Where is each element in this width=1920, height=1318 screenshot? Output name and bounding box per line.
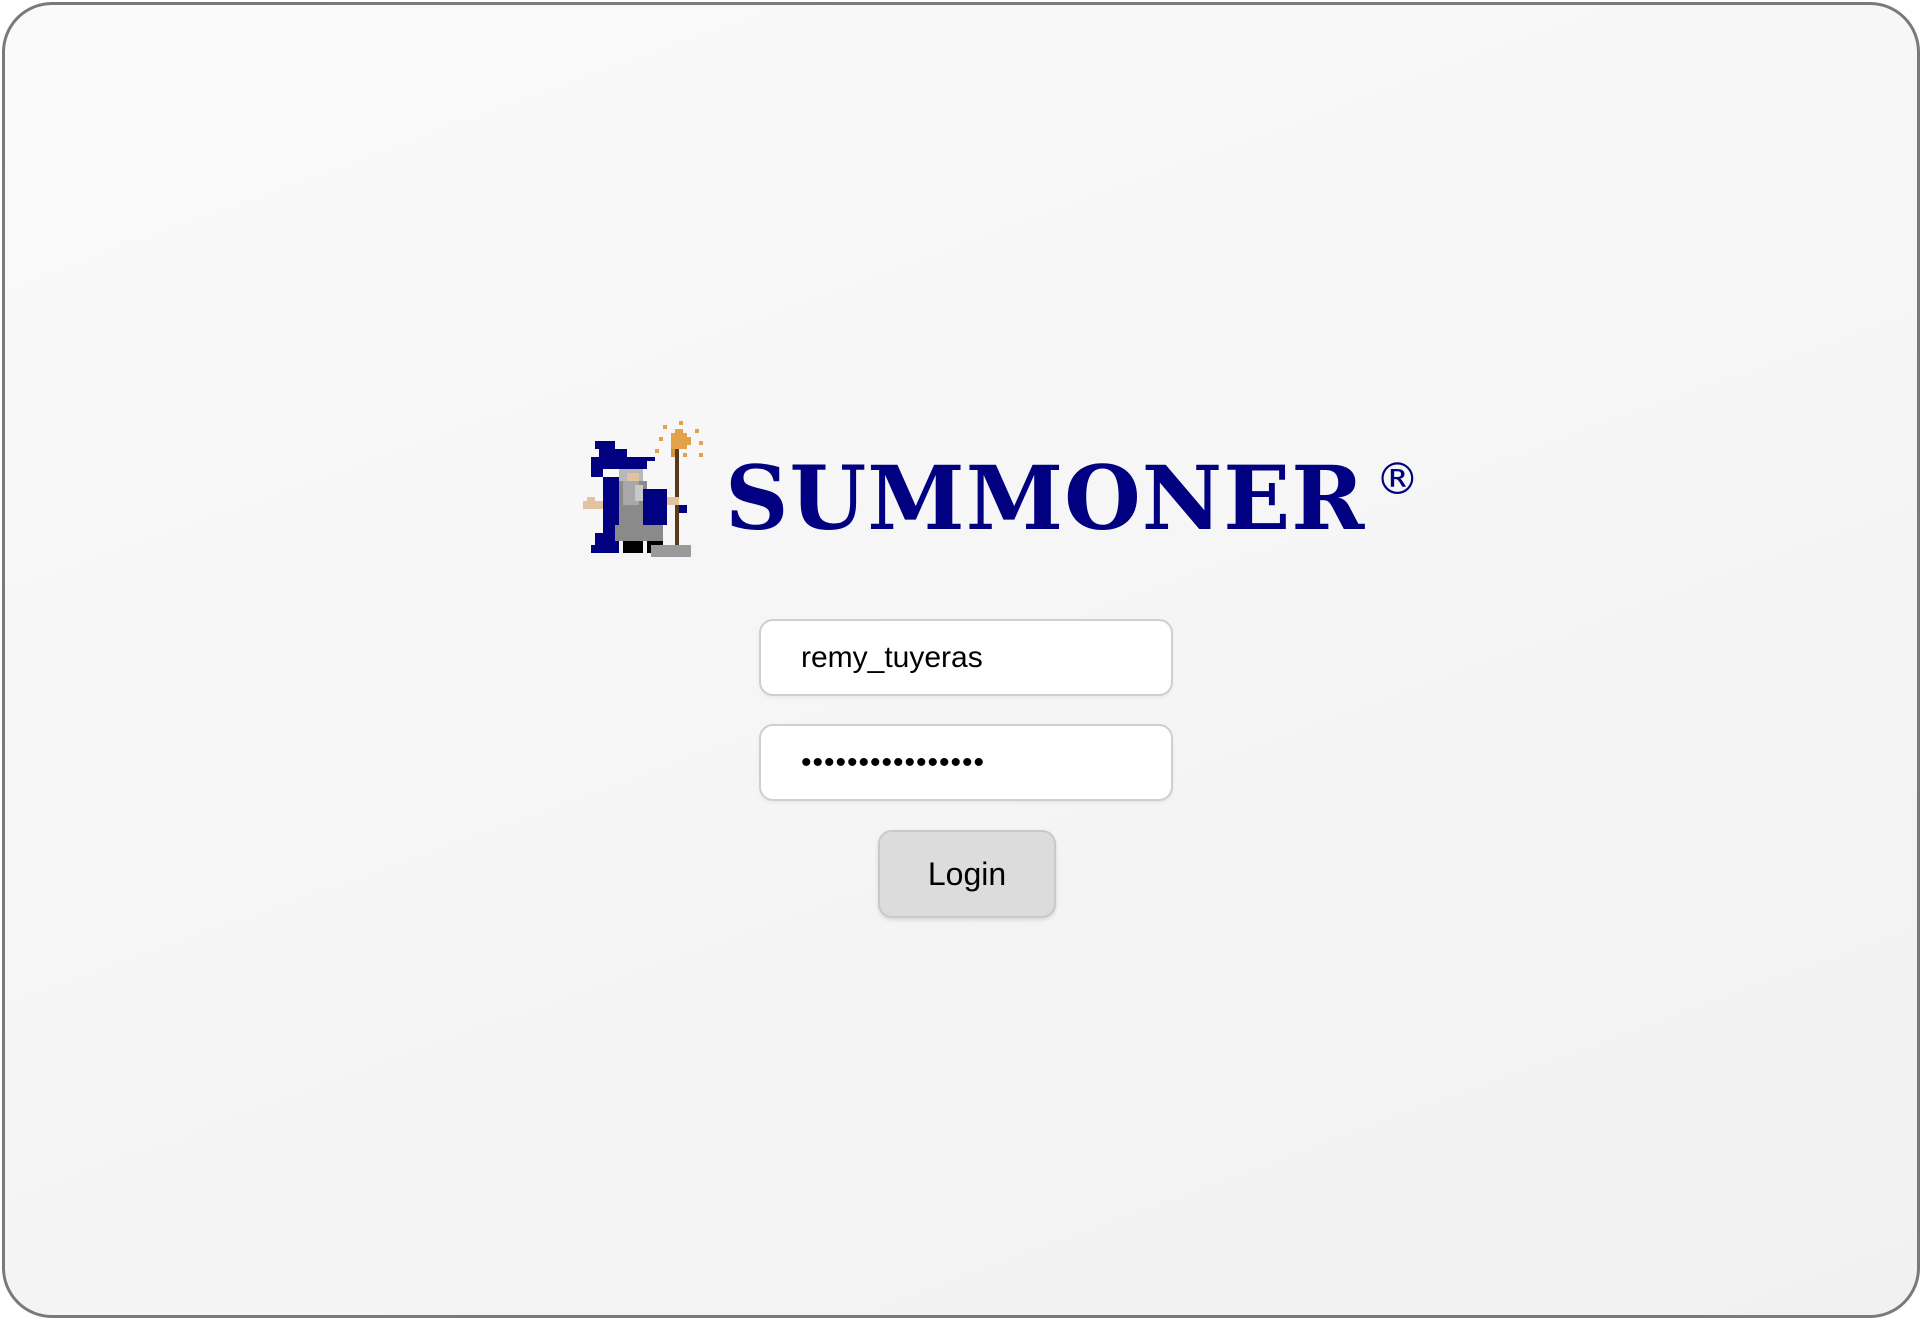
brand-logo: SUMMONER ® (583, 421, 1419, 561)
wizard-logo-icon (583, 421, 703, 557)
registered-mark: ® (1375, 453, 1420, 505)
login-button[interactable]: Login (878, 830, 1056, 918)
brand-name: SUMMONER (725, 446, 1366, 550)
password-input[interactable] (759, 724, 1173, 801)
username-input[interactable] (759, 619, 1173, 696)
login-window: SUMMONER ® Login (2, 2, 1920, 1318)
